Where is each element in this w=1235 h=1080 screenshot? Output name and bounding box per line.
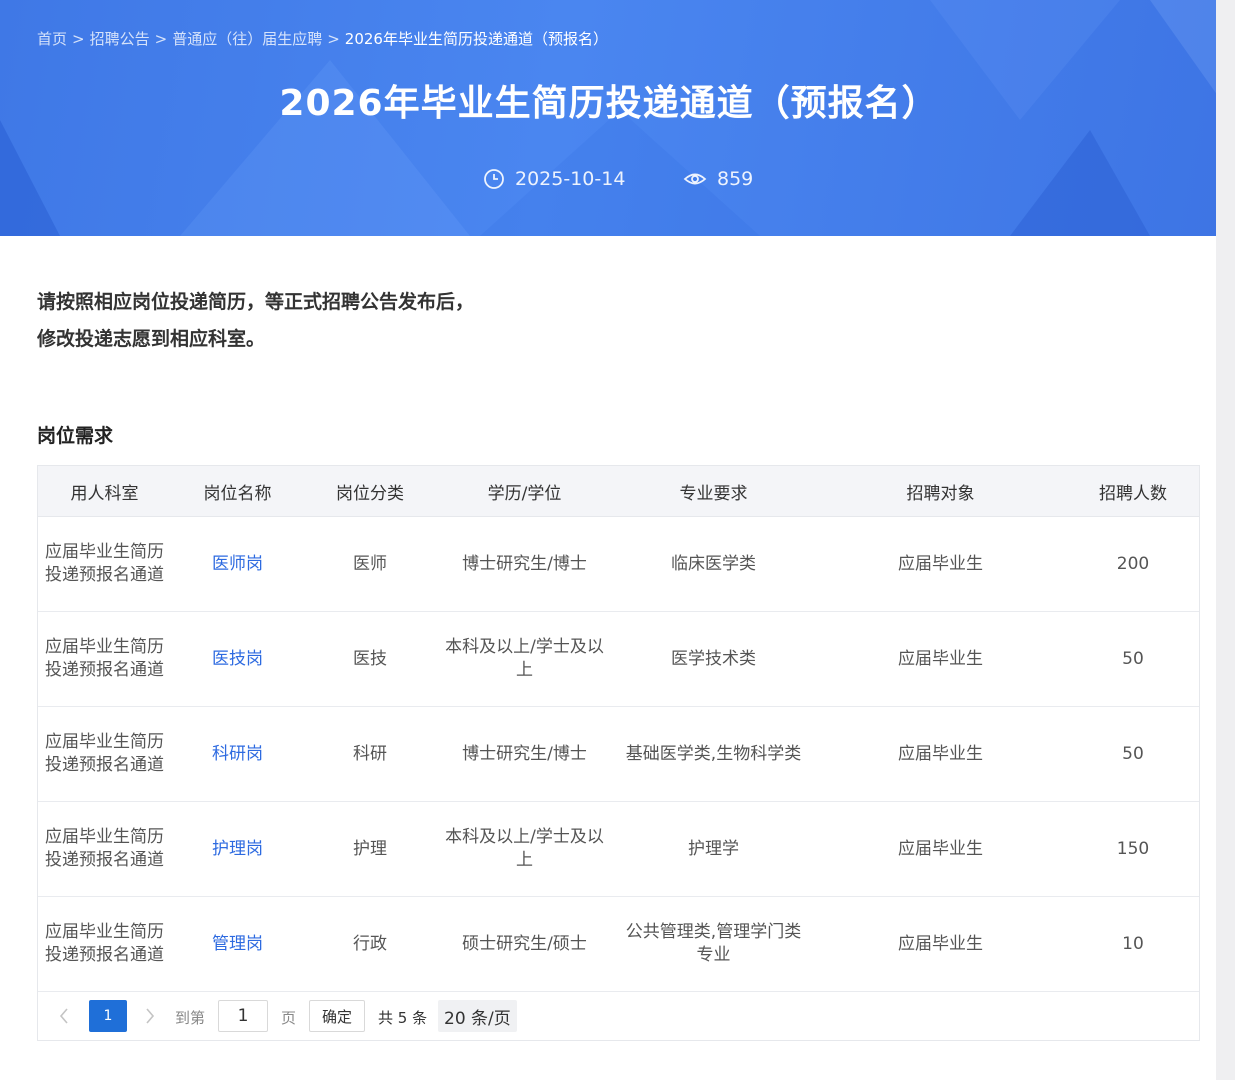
cell-department: 应届毕业生简历投递预报名通道 (38, 516, 171, 612)
column-header-department: 用人科室 (38, 466, 171, 517)
next-page-button[interactable] (138, 1001, 162, 1031)
column-header-major: 专业要求 (613, 466, 814, 517)
cell-education: 博士研究生/博士 (436, 706, 613, 802)
chevron-right-icon (146, 1008, 155, 1024)
notice-line-1: 请按照相应岗位投递简历，等正式招聘公告发布后， (37, 291, 475, 313)
publish-date: 2025-10-14 (483, 168, 625, 190)
notice-line-2: 修改投递志愿到相应科室。 (37, 328, 266, 350)
page-number-current[interactable]: 1 (89, 1000, 127, 1032)
eye-icon (683, 173, 707, 185)
cell-major: 护理学 (613, 801, 814, 897)
column-header-target: 招聘对象 (814, 466, 1067, 517)
cell-department: 应届毕业生简历投递预报名通道 (38, 706, 171, 802)
page-banner: 首页 > 招聘公告 > 普通应（往）届生应聘 >2026年毕业生简历投递通道（预报名） 2… (0, 0, 1235, 236)
table-row: 应届毕业生简历投递预报名通道 管理岗 行政 硕士研究生/硕士 公共管理类,管理学… (38, 896, 1199, 992)
view-count-text: 859 (717, 168, 754, 190)
cell-headcount: 50 (1067, 706, 1199, 802)
cell-headcount: 200 (1067, 516, 1199, 612)
cell-major: 基础医学类,生物科学类 (613, 706, 814, 802)
cell-education: 本科及以上/学士及以上 (436, 611, 613, 707)
cell-category: 科研 (304, 706, 436, 802)
page-title: 2026年毕业生简历投递通道（预报名） (279, 83, 939, 124)
cell-major: 公共管理类,管理学门类专业 (613, 896, 814, 992)
position-link[interactable]: 科研岗 (171, 706, 304, 802)
cell-education: 本科及以上/学士及以上 (436, 801, 613, 897)
breadcrumb: 首页 > 招聘公告 > 普通应（往）届生应聘 >2026年毕业生简历投递通道（预报名） (37, 28, 608, 49)
cell-category: 医师 (304, 516, 436, 612)
chevron-left-icon (59, 1008, 68, 1024)
prev-page-button[interactable] (52, 1001, 76, 1031)
column-header-position: 岗位名称 (171, 466, 304, 517)
cell-category: 护理 (304, 801, 436, 897)
position-link[interactable]: 管理岗 (171, 896, 304, 992)
cell-major: 医学技术类 (613, 611, 814, 707)
article-meta: 2025-10-14 859 (0, 168, 1235, 196)
breadcrumb-recruitment[interactable]: 招聘公告 (90, 30, 150, 48)
breadcrumb-separator: > (72, 30, 85, 48)
cell-education: 博士研究生/博士 (436, 516, 613, 612)
clock-icon (484, 169, 504, 189)
cell-category: 医技 (304, 611, 436, 707)
column-header-headcount: 招聘人数 (1067, 466, 1199, 517)
breadcrumb-separator: > (154, 30, 168, 48)
cell-department: 应届毕业生简历投递预报名通道 (38, 896, 171, 992)
total-count: 共 5 条 (378, 1009, 428, 1027)
breadcrumb-current: 2026年毕业生简历投递通道（预报名） (344, 30, 608, 48)
cell-department: 应届毕业生简历投递预报名通道 (38, 801, 171, 897)
confirm-goto-button[interactable]: 确定 (309, 1000, 365, 1032)
page-size-select[interactable]: 20 条/页 (438, 1000, 517, 1032)
positions-table: 用人科室 岗位名称 岗位分类 学历/学位 专业要求 招聘对象 招聘人数 应届毕业… (38, 466, 1199, 992)
cell-target: 应届毕业生 (814, 611, 1067, 707)
table-row: 应届毕业生简历投递预报名通道 科研岗 科研 博士研究生/博士 基础医学类,生物科… (38, 706, 1199, 802)
cell-target: 应届毕业生 (814, 516, 1067, 612)
view-count: 859 (683, 168, 753, 190)
cell-department: 应届毕业生简历投递预报名通道 (38, 611, 171, 707)
scrollbar[interactable] (1216, 0, 1235, 1080)
breadcrumb-home[interactable]: 首页 (37, 30, 67, 48)
column-header-education: 学历/学位 (436, 466, 613, 517)
breadcrumb-separator: > (327, 30, 340, 48)
position-link[interactable]: 护理岗 (171, 801, 304, 897)
publish-date-text: 2025-10-14 (515, 168, 626, 190)
breadcrumb-category[interactable]: 普通应（往）届生应聘 (172, 30, 322, 48)
cell-target: 应届毕业生 (814, 706, 1067, 802)
page-label: 页 (281, 1009, 297, 1027)
goto-label: 到第 (175, 1009, 206, 1027)
section-title: 岗位需求 (37, 425, 114, 447)
pagination: 1 到第 页 确定 共 5 条 20 条/页 (38, 992, 1199, 1040)
table-row: 应届毕业生简历投递预报名通道 医师岗 医师 博士研究生/博士 临床医学类 应届毕… (38, 516, 1199, 612)
cell-headcount: 50 (1067, 611, 1199, 707)
column-header-category: 岗位分类 (304, 466, 436, 517)
table-row: 应届毕业生简历投递预报名通道 护理岗 护理 本科及以上/学士及以上 护理学 应届… (38, 801, 1199, 897)
position-link[interactable]: 医技岗 (171, 611, 304, 707)
position-link[interactable]: 医师岗 (171, 516, 304, 612)
cell-headcount: 150 (1067, 801, 1199, 897)
goto-page-input[interactable] (218, 1000, 268, 1032)
table-header-row: 用人科室 岗位名称 岗位分类 学历/学位 专业要求 招聘对象 招聘人数 (38, 466, 1199, 517)
notice-text: 请按照相应岗位投递简历，等正式招聘公告发布后， 修改投递志愿到相应科室。 (37, 284, 474, 358)
cell-major: 临床医学类 (613, 516, 814, 612)
cell-category: 行政 (304, 896, 436, 992)
cell-education: 硕士研究生/硕士 (436, 896, 613, 992)
table-row: 应届毕业生简历投递预报名通道 医技岗 医技 本科及以上/学士及以上 医学技术类 … (38, 611, 1199, 707)
cell-target: 应届毕业生 (814, 896, 1067, 992)
positions-table-container: 用人科室 岗位名称 岗位分类 学历/学位 专业要求 招聘对象 招聘人数 应届毕业… (37, 465, 1200, 1041)
cell-headcount: 10 (1067, 896, 1199, 992)
cell-target: 应届毕业生 (814, 801, 1067, 897)
